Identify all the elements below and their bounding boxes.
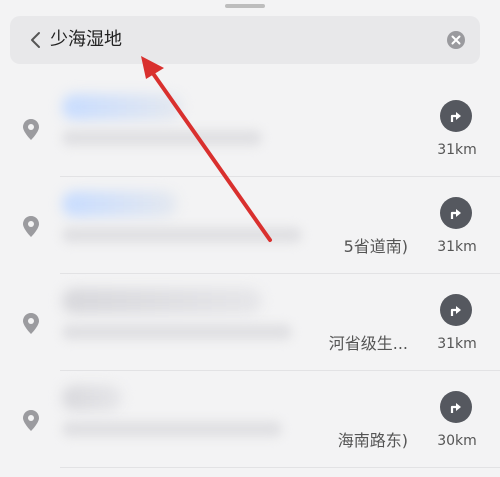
route-turn-icon (450, 403, 461, 413)
result-subtitle-blurred (62, 324, 292, 340)
list-item[interactable]: 海南路东) 30km (0, 371, 500, 468)
result-distance: 31km (437, 142, 477, 158)
route-turn-icon (450, 112, 461, 122)
result-list: 31km 5省道南) 31km 河省级生... 31km 海南路东) 30km (0, 80, 500, 468)
route-turn-icon (450, 306, 461, 316)
result-address: 河省级生... (328, 334, 408, 353)
navigate-button[interactable] (440, 100, 472, 132)
navigate-button[interactable] (440, 391, 472, 423)
navigate-button[interactable] (440, 197, 472, 229)
result-subtitle-blurred (62, 130, 262, 146)
result-distance: 31km (437, 239, 477, 255)
row-divider (60, 467, 500, 468)
location-pin-icon (23, 119, 39, 140)
clear-icon[interactable] (446, 30, 466, 50)
list-item[interactable]: 5省道南) 31km (0, 177, 500, 274)
location-pin-icon (23, 216, 39, 237)
result-title-blurred (62, 94, 182, 120)
result-title-blurred (62, 288, 262, 314)
result-subtitle-blurred (62, 227, 302, 243)
result-address: 5省道南) (343, 237, 408, 256)
route-turn-icon (450, 209, 461, 219)
result-subtitle-blurred (62, 421, 282, 437)
result-title-blurred (62, 385, 122, 411)
result-title-blurred (62, 191, 177, 217)
list-item[interactable]: 31km (0, 80, 500, 177)
location-pin-icon (23, 313, 39, 334)
location-pin-icon (23, 410, 39, 431)
result-address: 海南路东) (337, 431, 408, 450)
list-item[interactable]: 河省级生... 31km (0, 274, 500, 371)
chevron-left-icon[interactable] (26, 28, 46, 52)
navigate-button[interactable] (440, 294, 472, 326)
result-distance: 30km (437, 433, 477, 449)
sheet-grabber[interactable] (225, 4, 265, 8)
search-input[interactable]: 少海湿地 (50, 28, 122, 52)
search-bar[interactable]: 少海湿地 (10, 16, 480, 64)
result-distance: 31km (437, 336, 477, 352)
